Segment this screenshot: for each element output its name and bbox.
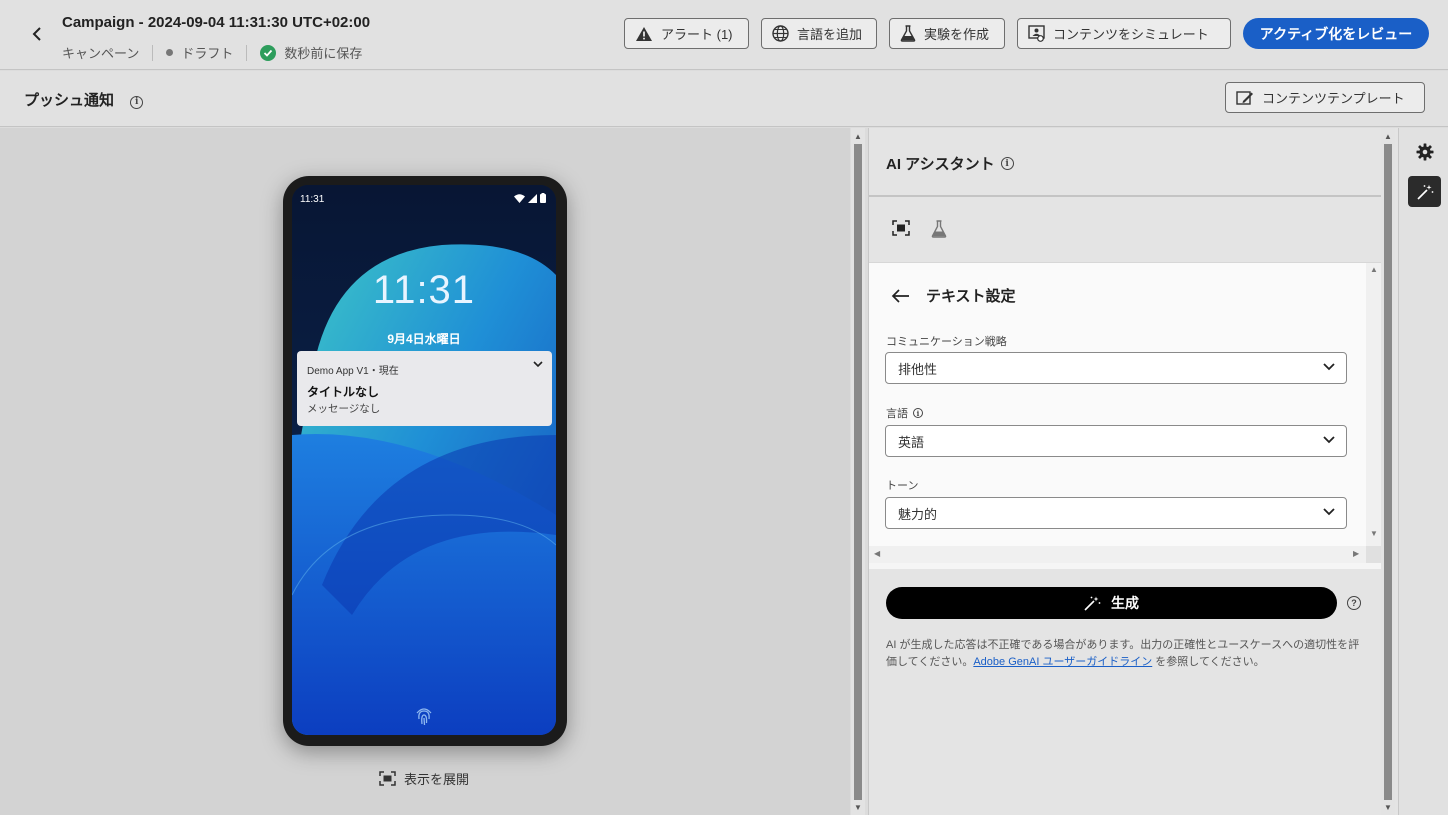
scroll-thumb[interactable]	[1384, 144, 1392, 800]
settings-horizontal-scrollbar[interactable]: ◀ ▶	[869, 546, 1366, 563]
content-scope-icon[interactable]	[892, 220, 910, 236]
ai-assistant-title: AI アシスタント i	[886, 153, 1014, 174]
scroll-down-arrow[interactable]: ▼	[1381, 801, 1395, 813]
scroll-right-arrow[interactable]: ▶	[1353, 549, 1359, 558]
scroll-corner	[1366, 546, 1382, 563]
generate-button[interactable]: 生成	[886, 587, 1337, 619]
chevron-down-icon	[1323, 363, 1335, 371]
chevron-down-icon[interactable]	[533, 361, 543, 368]
campaign-type: キャンペーン	[62, 46, 140, 61]
chevron-down-icon	[1323, 436, 1335, 444]
text-settings-content: テキスト設定 コミュニケーション戦略 排他性 言語 i 英語 トーン 魅力的	[869, 263, 1366, 546]
status-badge: ドラフト	[181, 46, 234, 61]
saved-status: 数秒前に保存	[284, 46, 363, 61]
language-select[interactable]: 英語	[885, 425, 1347, 457]
info-icon[interactable]: i	[1000, 157, 1014, 170]
strategy-label: コミュニケーション戦略	[886, 336, 1007, 348]
globe-icon	[772, 25, 789, 42]
magic-wand-icon	[1084, 596, 1101, 611]
scroll-down-arrow[interactable]: ▼	[851, 801, 865, 813]
expand-icon	[379, 771, 396, 786]
top-header: Campaign - 2024-09-04 11:31:30 UTC+02:00…	[0, 0, 1448, 70]
status-dot-icon	[166, 49, 174, 56]
checkmark-icon	[260, 44, 277, 61]
page-title: プッシュ通知 i	[24, 89, 144, 110]
tone-label: トーン	[886, 480, 919, 492]
info-icon[interactable]: i	[913, 408, 923, 418]
magic-wand-icon	[1416, 184, 1433, 200]
scroll-thumb[interactable]	[854, 144, 862, 800]
language-label: 言語 i	[886, 405, 923, 421]
campaign-meta: キャンペーン ドラフト 数秒前に保存	[62, 43, 362, 62]
push-notification[interactable]: Demo App V1・現在 タイトルなし メッセージなし	[297, 351, 552, 426]
tone-select[interactable]: 魅力的	[885, 497, 1347, 529]
settings-rail-button[interactable]	[1408, 136, 1441, 167]
notification-title: タイトルなし	[307, 385, 380, 399]
flask-icon	[900, 25, 916, 42]
content-template-button[interactable]: コンテンツテンプレート	[1225, 82, 1425, 113]
text-settings-heading: テキスト設定	[891, 285, 1016, 306]
divider	[152, 44, 154, 61]
back-button[interactable]	[26, 22, 48, 46]
template-edit-icon	[1236, 90, 1253, 105]
ai-assistant-rail-button[interactable]	[1408, 176, 1441, 207]
scroll-up-arrow[interactable]: ▲	[851, 130, 865, 142]
right-rail	[1398, 128, 1448, 815]
divider	[869, 195, 1381, 197]
arrow-left-icon[interactable]	[891, 288, 910, 303]
settings-vertical-scrollbar[interactable]: ▲ ▼	[1366, 263, 1382, 546]
signal-icon	[528, 193, 537, 203]
genai-guidelines-link[interactable]: Adobe GenAI ユーザーガイドライン	[973, 656, 1152, 668]
simulate-content-button[interactable]: コンテンツをシミュレート	[1017, 18, 1231, 49]
scroll-up-arrow[interactable]: ▲	[1370, 265, 1378, 274]
fingerprint-icon	[416, 708, 432, 726]
flask-icon[interactable]	[931, 220, 947, 238]
lock-screen-clock: 11:31	[372, 268, 476, 312]
info-icon[interactable]: i	[130, 95, 144, 109]
notification-app-name: Demo App V1・現在	[307, 366, 399, 377]
scroll-down-arrow[interactable]: ▼	[1370, 529, 1378, 538]
phone-preview: 11:31 11:31 9月4日水曜日 Demo App V1・現在 タイトルな…	[283, 176, 567, 746]
add-language-button[interactable]: 言語を追加	[761, 18, 877, 49]
review-activate-button[interactable]: アクティブ化をレビュー	[1243, 18, 1429, 49]
chevron-left-icon	[32, 27, 41, 41]
create-experiment-button[interactable]: 実験を作成	[889, 18, 1005, 49]
ai-panel-scrollbar[interactable]: ▲ ▼	[1381, 128, 1395, 815]
alert-button[interactable]: アラート (1)	[624, 18, 749, 49]
ai-disclaimer: AI が生成した応答は不正確である場合があります。出力の正確性とユースケースへの…	[886, 639, 1360, 668]
expand-view-button[interactable]: 表示を展開	[379, 769, 469, 788]
gear-icon	[1416, 143, 1433, 160]
warning-icon	[636, 26, 652, 41]
wifi-icon	[514, 193, 525, 203]
divider	[246, 44, 248, 61]
scroll-left-arrow[interactable]: ◀	[874, 549, 880, 558]
preview-scrollbar[interactable]: ▲ ▼	[851, 128, 865, 815]
battery-icon	[540, 193, 546, 203]
lock-screen-date: 9月4日水曜日	[387, 332, 461, 346]
scroll-up-arrow[interactable]: ▲	[1381, 130, 1395, 142]
status-bar-time: 11:31	[300, 194, 325, 205]
help-icon[interactable]: ?	[1347, 596, 1361, 610]
phone-screen: 11:31 11:31 9月4日水曜日 Demo App V1・現在 タイトルな…	[292, 185, 556, 735]
strategy-select[interactable]: 排他性	[885, 352, 1347, 384]
ai-assistant-panel: AI アシスタント i テキスト設定 コミュニケーション戦略 排他性 言語 i …	[868, 128, 1398, 815]
simulate-icon	[1028, 25, 1045, 42]
text-settings-card: テキスト設定 コミュニケーション戦略 排他性 言語 i 英語 トーン 魅力的 ▲…	[869, 262, 1382, 569]
chevron-down-icon	[1323, 508, 1335, 516]
notification-message: メッセージなし	[307, 403, 381, 415]
campaign-title: Campaign - 2024-09-04 11:31:30 UTC+02:00	[62, 14, 371, 31]
status-bar-icons	[514, 193, 546, 203]
